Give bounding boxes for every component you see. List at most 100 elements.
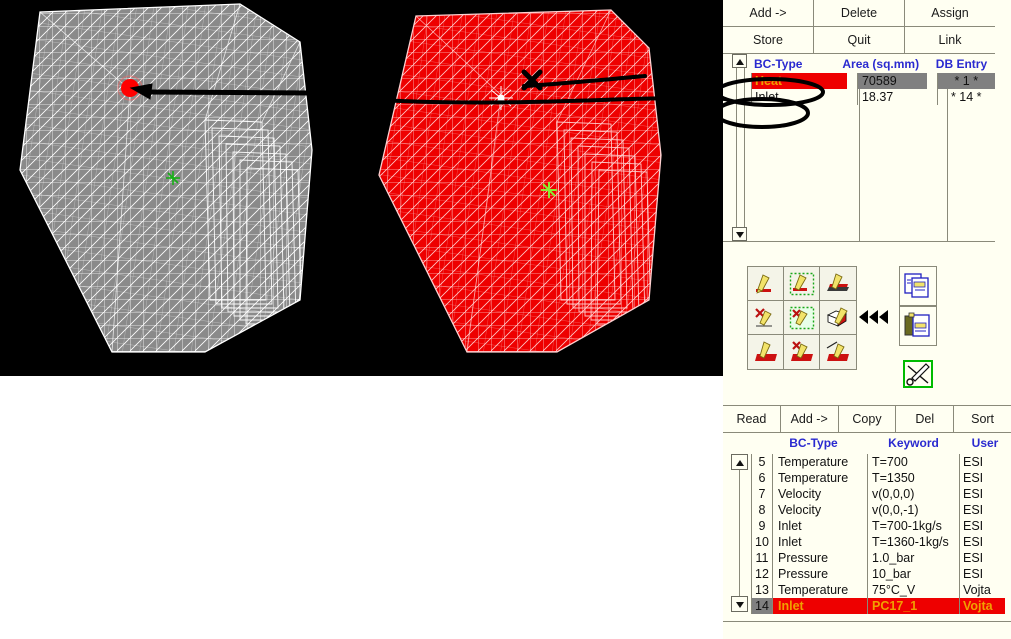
cell-index: 7	[751, 486, 773, 502]
double-left-arrow-icon[interactable]	[859, 310, 888, 324]
table-row[interactable]: 13 Temperature 75°C_V Vojta	[751, 582, 1009, 598]
table-row[interactable]: 9 Inlet T=700-1kg/s ESI	[751, 518, 1009, 534]
mesh-view-red[interactable]	[361, 0, 723, 376]
copy-pages-icon[interactable]	[899, 266, 937, 306]
db-col-user: User	[971, 435, 999, 450]
cell-bctype: Temperature	[773, 454, 868, 470]
table-row[interactable]: 5 Temperature T=700 ESI	[751, 454, 1009, 470]
cell-bctype: Inlet	[773, 598, 868, 614]
cell-bctype: Inlet	[773, 534, 868, 550]
scroll-down-button[interactable]	[732, 227, 747, 241]
cell-bctype: Inlet	[773, 518, 868, 534]
cell-keyword: v(0,0,0)	[868, 486, 960, 502]
cell-dbentry: * 1 *	[936, 73, 995, 89]
store-button[interactable]: Store	[723, 27, 814, 53]
cell-bctype: Heat	[751, 73, 847, 89]
db-col-keyword: Keyword	[888, 435, 939, 450]
db-scroll-up-button[interactable]	[731, 454, 748, 470]
cell-keyword: T=700-1kg/s	[868, 518, 960, 534]
icon-toolbar[interactable]	[747, 266, 997, 398]
bc-table-header: BC-Type Area (sq.mm) DB Entry	[723, 54, 995, 74]
cell-bctype: Temperature	[773, 582, 868, 598]
pencil-fill-icon[interactable]	[748, 335, 784, 369]
bc-table-body: Heat 70589 * 1 * Inlet 18.37 * 14 *	[751, 73, 995, 105]
cell-index: 13	[751, 582, 773, 598]
cell-user: ESI	[963, 471, 984, 485]
del-button[interactable]: Del	[896, 406, 955, 432]
pencil-select-icon[interactable]	[748, 267, 784, 301]
bc-table[interactable]: BC-Type Area (sq.mm) DB Entry Heat 70589…	[723, 54, 995, 242]
db-table-header: BC-Type Keyword User	[723, 433, 1011, 452]
mesh-view-grey[interactable]	[0, 0, 362, 376]
link-button[interactable]: Link	[905, 27, 995, 53]
clipboard-paste-icon[interactable]	[899, 306, 937, 346]
db-table[interactable]: 5 Temperature T=700 ESI 6 Temperature T=…	[723, 452, 1011, 622]
bc-panel: Add -> Delete Assign Store Quit Link BC-…	[723, 0, 995, 242]
cell-bctype: Velocity	[773, 502, 868, 518]
db-table-body: 5 Temperature T=700 ESI 6 Temperature T=…	[751, 454, 1009, 614]
table-row[interactable]: 8 Velocity v(0,0,-1) ESI	[751, 502, 1009, 518]
bc-col-dbentry: DB Entry	[935, 57, 988, 71]
cell-bctype: Pressure	[773, 566, 868, 582]
cell-bctype: Velocity	[773, 486, 868, 502]
side-icon-column	[899, 266, 939, 394]
cell-index: 8	[751, 502, 773, 518]
bc-col-area: Area (sq.mm)	[842, 57, 920, 71]
cell-area: 18.37	[856, 89, 927, 105]
cell-dbentry: * 14 *	[936, 89, 995, 105]
cell-bctype: Temperature	[773, 470, 868, 486]
assign-button[interactable]: Assign	[905, 0, 995, 26]
sort-button[interactable]: Sort	[954, 406, 1011, 432]
db-panel: Read Add -> Copy Del Sort BC-Type Keywor…	[723, 405, 1011, 622]
table-row[interactable]: Inlet 18.37 * 14 *	[751, 89, 995, 105]
selected-node-marker	[121, 79, 139, 97]
table-row[interactable]: 7 Velocity v(0,0,0) ESI	[751, 486, 1009, 502]
add-button[interactable]: Add ->	[723, 0, 814, 26]
copy-button[interactable]: Copy	[838, 406, 897, 432]
table-row[interactable]: 14 Inlet PC17_1 Vojta	[751, 598, 1009, 614]
db-table-scrollbar[interactable]	[731, 454, 749, 612]
cell-index: 10	[751, 534, 773, 550]
cell-keyword: 1.0_bar	[868, 550, 960, 566]
pencil-delete-icon[interactable]	[748, 301, 784, 335]
cell-keyword: 10_bar	[868, 566, 960, 582]
cell-user: ESI	[963, 519, 984, 533]
scroll-up-button[interactable]	[732, 54, 747, 68]
table-row[interactable]: 11 Pressure 1.0_bar ESI	[751, 550, 1009, 566]
cell-user: ESI	[963, 487, 984, 501]
db-scroll-down-button[interactable]	[731, 596, 748, 612]
scroll-thumb[interactable]	[736, 68, 745, 227]
read-button[interactable]: Read	[723, 406, 781, 432]
bc-table-scrollbar[interactable]	[732, 54, 749, 241]
tools-icon[interactable]	[899, 354, 937, 394]
cell-user: ESI	[963, 551, 984, 565]
pencil-tool-grid	[747, 266, 857, 370]
pencil-select-dashed-icon[interactable]	[784, 267, 820, 301]
add-db-button[interactable]: Add ->	[780, 406, 839, 432]
cell-index: 6	[751, 470, 773, 486]
pencil-stack-icon[interactable]	[820, 267, 856, 301]
table-row[interactable]: Heat 70589 * 1 *	[751, 73, 995, 89]
cell-index: 12	[751, 566, 773, 582]
cell-keyword: 75°C_V	[868, 582, 960, 598]
table-row[interactable]: 10 Inlet T=1360-1kg/s ESI	[751, 534, 1009, 550]
pencil-box-icon[interactable]	[820, 301, 856, 335]
cell-keyword: T=700	[868, 454, 960, 470]
cell-area: 70589	[856, 73, 927, 89]
cell-bctype: Inlet	[751, 89, 847, 105]
pencil-fill-line-icon[interactable]	[820, 335, 856, 369]
table-row[interactable]: 6 Temperature T=1350 ESI	[751, 470, 1009, 486]
table-row[interactable]: 12 Pressure 10_bar ESI	[751, 566, 1009, 582]
cell-user: ESI	[963, 503, 984, 517]
quit-button[interactable]: Quit	[814, 27, 905, 53]
cell-bctype: Pressure	[773, 550, 868, 566]
cell-keyword: v(0,0,-1)	[868, 502, 960, 518]
pencil-delete-dashed-icon[interactable]	[784, 301, 820, 335]
delete-button[interactable]: Delete	[814, 0, 905, 26]
pencil-fill-delete-icon[interactable]	[784, 335, 820, 369]
db-scroll-track[interactable]	[739, 470, 740, 596]
mesh-viewport[interactable]	[0, 0, 723, 376]
cell-index: 14	[751, 598, 773, 614]
db-col-bctype: BC-Type	[789, 435, 838, 450]
bc-button-row-1: Add -> Delete Assign	[723, 0, 995, 27]
